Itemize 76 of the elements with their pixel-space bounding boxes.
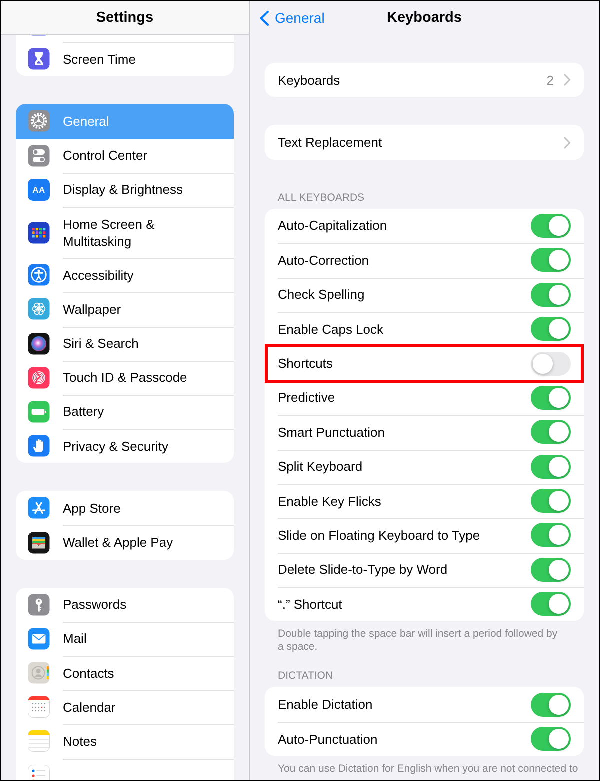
- toggle-switch[interactable]: [531, 420, 571, 444]
- sidebar-item[interactable]: Wallet & Apple Pay: [16, 525, 234, 560]
- setting-label: Enable Key Flicks: [278, 494, 382, 509]
- toggle-switch[interactable]: [531, 214, 571, 238]
- gear-icon: [28, 110, 50, 132]
- setting-label[interactable]: Text Replacement: [278, 135, 554, 150]
- setting-label: Predictive: [278, 390, 336, 406]
- battery-icon: [28, 400, 50, 423]
- setting-label: “.” Shortcut: [278, 596, 344, 612]
- section-header: DICTATION: [277, 669, 334, 684]
- sidebar-item[interactable]: Accessibility: [16, 258, 234, 292]
- setting-label: Auto-Capitalization: [278, 218, 388, 234]
- flower-icon: [28, 298, 50, 320]
- wallet-icon: [28, 532, 50, 554]
- setting-label: Auto-Punctuation: [278, 732, 379, 747]
- setting-label: Delete Slide-to-Type by Word: [278, 562, 449, 578]
- app-grid-icon: [28, 222, 50, 244]
- toggles-icon: [28, 144, 50, 167]
- hand-icon: [28, 435, 50, 458]
- chevron-icon: [564, 136, 571, 149]
- setting-label: Auto-Correction: [278, 252, 370, 268]
- setting-label: Enable Dictation: [278, 697, 374, 712]
- toggle-switch[interactable]: [531, 454, 571, 479]
- sidebar-item[interactable]: Notes: [16, 724, 234, 759]
- notes-icon: [28, 730, 50, 752]
- toggle-switch[interactable]: [531, 592, 571, 616]
- section-footer: You can use Dictation for English when you are not connected to: [265, 756, 584, 776]
- sidebar-item[interactable]: Battery: [16, 394, 234, 430]
- setting-label[interactable]: Keyboards: [278, 72, 537, 88]
- back-chevron-icon: [260, 10, 269, 26]
- toggle-switch[interactable]: [531, 558, 571, 582]
- setting-label: Slide on Floating Keyboard to Type: [278, 528, 482, 543]
- sidebar-item[interactable]: Calendar: [16, 690, 234, 724]
- toggle-switch[interactable]: [531, 489, 571, 514]
- sidebar-item[interactable]: Privacy & Security: [16, 429, 234, 464]
- sidebar-item[interactable]: App Store: [16, 491, 234, 526]
- chevron-icon: [564, 74, 571, 86]
- toggle-switch[interactable]: [531, 317, 571, 342]
- sidebar-item[interactable]: Siri & Search: [16, 326, 234, 361]
- setting-label: Split Keyboard: [278, 459, 364, 474]
- fingerprint-icon: [28, 366, 50, 389]
- page-title: Keyboards: [387, 10, 462, 26]
- sidebar-item[interactable]: Wallpaper: [16, 292, 234, 326]
- toggle-switch[interactable]: [531, 692, 571, 717]
- toggle-switch[interactable]: [531, 352, 571, 376]
- store-icon: [28, 497, 50, 520]
- calendar-icon: [28, 696, 50, 718]
- toggle-switch[interactable]: [531, 248, 571, 272]
- sidebar-item[interactable]: Home Screen & Multitasking: [16, 206, 234, 258]
- setting-label: Shortcuts: [278, 356, 334, 372]
- setting-label: Smart Punctuation: [278, 424, 386, 440]
- orb-icon: [28, 332, 50, 355]
- sidebar-item[interactable]: Contacts: [16, 656, 234, 690]
- toggle-switch[interactable]: [531, 523, 571, 548]
- toggle-switch[interactable]: [531, 282, 571, 307]
- section-header: ALL KEYBOARDS: [277, 190, 366, 206]
- sidebar-item[interactable]: Mail: [16, 622, 234, 656]
- setting-label: Enable Caps Lock: [278, 322, 385, 337]
- setting-label: Check Spelling: [278, 287, 366, 302]
- sidebar-item[interactable]: Touch ID & Passcode: [16, 360, 234, 395]
- back-button[interactable]: General: [260, 10, 325, 26]
- toggle-switch[interactable]: [531, 727, 571, 752]
- envelope-icon: [28, 628, 50, 650]
- toggle-switch[interactable]: [531, 386, 571, 410]
- sidebar-title: Settings: [96, 10, 154, 26]
- text-size-icon: AA: [28, 178, 50, 201]
- accessibility-icon: [28, 264, 50, 286]
- hourglass-icon: [28, 48, 50, 70]
- contact-card-icon: [28, 662, 50, 684]
- sidebar-item[interactable]: Passwords: [16, 588, 234, 622]
- sidebar-item[interactable]: Control Center: [16, 138, 234, 173]
- sidebar-item[interactable]: Screen Time: [16, 42, 234, 76]
- section-footer: Double tapping the space bar will insert a period followed by a space.: [265, 621, 584, 654]
- value-text: 2: [546, 72, 554, 88]
- key-icon: [28, 594, 50, 616]
- sidebar-item[interactable]: AA Display & Brightness: [16, 172, 234, 207]
